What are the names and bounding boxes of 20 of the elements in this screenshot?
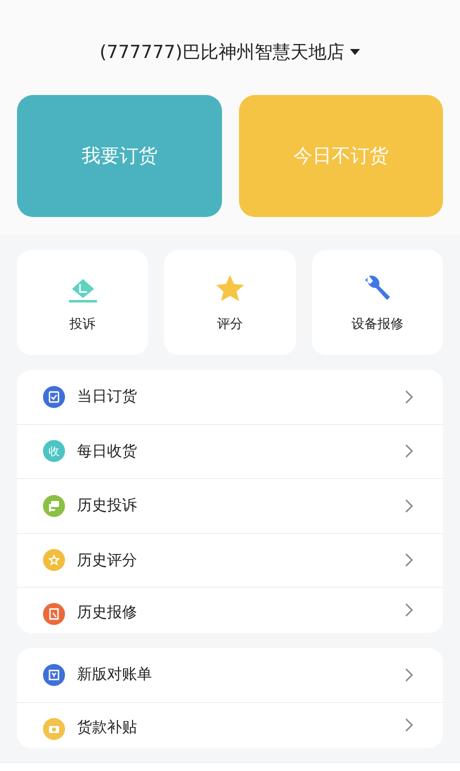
chevron-icon <box>405 668 413 682</box>
shortcut-tile[interactable]: 评分 <box>164 250 296 355</box>
chevron-icon <box>405 603 413 617</box>
menu-item[interactable]: 历史投诉 <box>17 479 443 534</box>
chevron-icon <box>405 444 413 458</box>
shortcut-tile[interactable]: 设备报修 <box>312 250 443 355</box>
shortcut-tile[interactable]: 投诉 <box>17 250 148 355</box>
caret-icon <box>350 49 360 55</box>
menu-item[interactable]: 历史评分 <box>17 534 443 588</box>
menu-item[interactable]: 货款补贴 <box>17 702 443 748</box>
chevron-icon <box>405 390 413 404</box>
menu-item[interactable]: 新版对账单 <box>17 648 443 702</box>
chevron-icon <box>405 553 413 568</box>
menu-item[interactable]: 收 每日收货 <box>17 424 443 479</box>
chevron-icon <box>405 718 413 732</box>
menu-item[interactable]: 历史报修 <box>17 588 443 633</box>
store-selector[interactable]: (777777)巴比神州智慧天地店 <box>100 40 360 64</box>
chevron-icon <box>405 498 413 513</box>
menu-item[interactable]: 当日订货 <box>17 370 443 424</box>
menu-icon: 收 <box>43 440 65 462</box>
